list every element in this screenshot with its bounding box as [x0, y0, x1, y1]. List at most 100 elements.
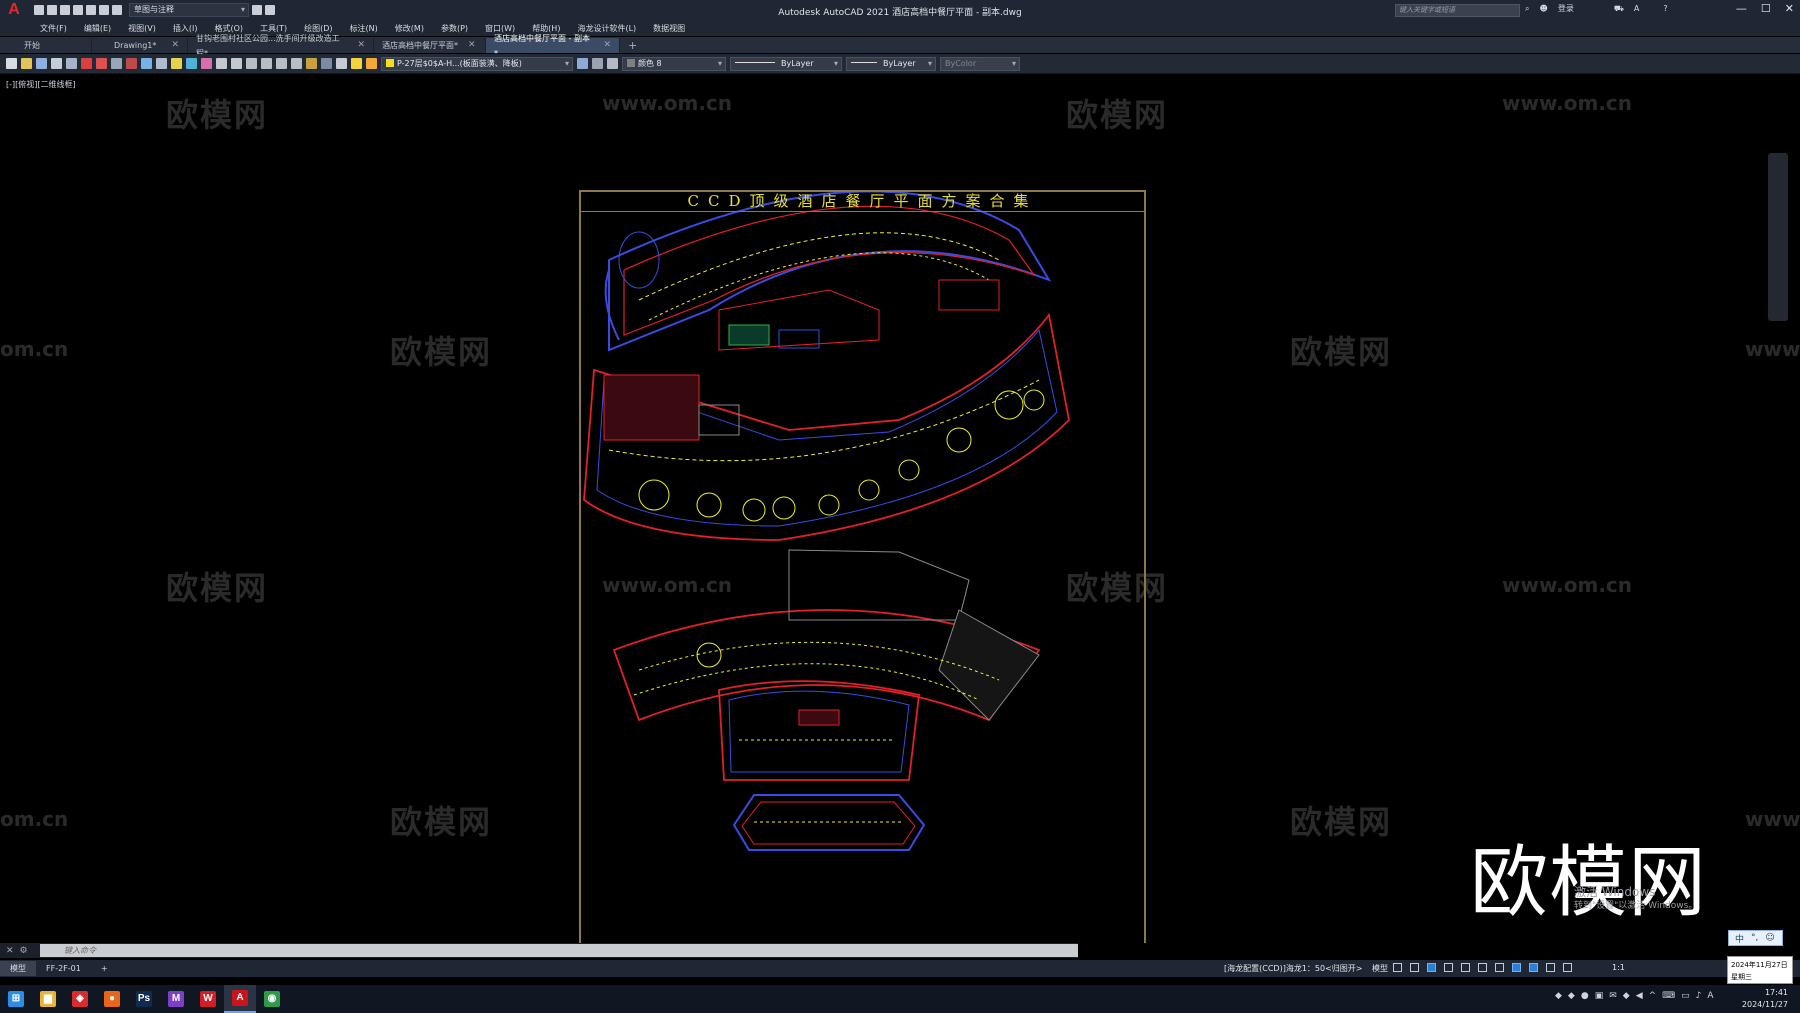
tray-app-icon[interactable]: ◆ — [1623, 991, 1630, 1001]
layer-properties-icon[interactable] — [336, 58, 347, 69]
close-icon[interactable]: ✕ — [6, 946, 14, 956]
search-input[interactable]: 键入关键字或短语 — [1395, 4, 1520, 17]
close-button[interactable]: ✕ — [1785, 2, 1794, 15]
snap-icon[interactable] — [1410, 963, 1419, 972]
taskbar-wps[interactable]: W — [192, 985, 224, 1013]
open-file-icon[interactable] — [47, 5, 57, 15]
tray-app-icon[interactable]: ◀ — [1636, 991, 1643, 1001]
taskbar-clock[interactable]: 17:41 2024/11/27 — [1738, 987, 1788, 1011]
tray-app-icon[interactable]: ● — [1581, 991, 1589, 1001]
annotation-visibility-icon[interactable] — [1529, 963, 1538, 972]
start-button[interactable]: ⊞ — [0, 985, 32, 1013]
close-tab-icon[interactable]: ✕ — [603, 38, 611, 53]
pan-icon[interactable] — [246, 58, 257, 69]
tray-app-icon[interactable]: ▣ — [1595, 991, 1604, 1001]
taskbar-app-colorful[interactable]: M — [160, 985, 192, 1013]
annotation-scale-icon[interactable] — [1563, 963, 1572, 972]
ime-emoji-icon[interactable]: ☺ — [1765, 933, 1774, 943]
lineweight-icon[interactable] — [1495, 963, 1504, 972]
ime-mode[interactable]: 中 — [1735, 932, 1744, 945]
zoom-previous-icon[interactable] — [291, 58, 302, 69]
model-space-button[interactable]: 模型 — [1372, 963, 1388, 974]
share-icon[interactable] — [252, 5, 262, 15]
status-config-text[interactable]: [海龙配置(CCD)]海龙1：50<归图开> — [1224, 963, 1363, 974]
undo-icon[interactable] — [216, 58, 227, 69]
osnap-icon[interactable] — [1461, 963, 1470, 972]
menu-dimension[interactable]: 标注(N) — [350, 23, 378, 34]
menu-insert[interactable]: 插入(I) — [173, 23, 198, 34]
new-icon[interactable] — [6, 58, 17, 69]
close-tab-icon[interactable]: ✕ — [468, 38, 476, 53]
tab-start[interactable]: 开始 — [0, 38, 92, 53]
navigation-bar[interactable] — [1768, 153, 1788, 321]
close-tab-icon[interactable]: ✕ — [171, 38, 179, 53]
polar-icon[interactable] — [1444, 963, 1453, 972]
properties-icon[interactable] — [306, 58, 317, 69]
tab-restaurant-plan-copy[interactable]: 酒店高档中餐厅平面 - 副本* ✕ — [486, 34, 620, 58]
menu-parametric[interactable]: 参数(P) — [441, 23, 468, 34]
layer-previous-icon[interactable] — [592, 58, 603, 69]
network-icon[interactable]: ▭ — [1681, 991, 1690, 1001]
menu-edit[interactable]: 编辑(E) — [84, 23, 111, 34]
taskbar-firefox[interactable]: ● — [96, 985, 128, 1013]
plot-icon[interactable] — [112, 5, 122, 15]
calculator-icon[interactable] — [321, 58, 332, 69]
autodesk-a360-icon[interactable]: A — [1634, 4, 1639, 13]
input-method-icon[interactable]: A — [1707, 991, 1713, 1001]
layer-freeze-icon[interactable] — [366, 58, 377, 69]
match-properties-icon[interactable] — [141, 58, 152, 69]
drawing-canvas[interactable]: [-][俯视][二维线框] 欧模网 www.om.cn 欧模网 www.om.c… — [0, 75, 1800, 943]
undo-icon[interactable] — [265, 5, 275, 15]
help-icon[interactable]: ? — [1663, 4, 1667, 13]
tray-app-icon[interactable]: ◆ — [1555, 991, 1562, 1001]
user-icon[interactable]: ☻ — [1539, 4, 1547, 13]
tab-restaurant-plan[interactable]: 酒店高档中餐厅平面* ✕ — [374, 38, 486, 53]
login-link[interactable]: 登录 — [1558, 3, 1574, 14]
taskbar-photoshop[interactable]: Ps — [128, 985, 160, 1013]
color-select[interactable]: 颜色 8 — [622, 56, 726, 71]
tab-park-project[interactable]: 甘钩老围村社区公园...洗手间升级改造工程* ✕ — [188, 34, 374, 58]
copy-icon[interactable] — [111, 58, 122, 69]
save-icon[interactable] — [36, 58, 47, 69]
ortho-icon[interactable] — [1427, 963, 1436, 972]
print-icon[interactable] — [51, 58, 62, 69]
make-current-icon[interactable] — [577, 58, 588, 69]
menu-file[interactable]: 文件(F) — [40, 23, 67, 34]
autoscale-icon[interactable] — [1546, 963, 1555, 972]
taskbar-autocad[interactable]: A — [224, 985, 256, 1013]
command-input[interactable]: 键入命令 — [40, 944, 1078, 957]
menu-modify[interactable]: 修改(M) — [395, 23, 424, 34]
ime-punct[interactable]: °, — [1751, 933, 1758, 943]
text-icon[interactable] — [171, 58, 182, 69]
paste-icon[interactable] — [126, 58, 137, 69]
redo-icon[interactable] — [231, 58, 242, 69]
workspace-select[interactable]: 草图与注释 — [129, 3, 249, 17]
tab-drawing1[interactable]: Drawing1* ✕ — [92, 38, 188, 53]
close-tab-icon[interactable]: ✕ — [357, 38, 365, 53]
new-file-icon[interactable] — [34, 5, 44, 15]
taskbar-app-red[interactable]: ◈ — [64, 985, 96, 1013]
zoom-realtime-icon[interactable] — [261, 58, 272, 69]
open-icon[interactable] — [21, 58, 32, 69]
lineweight-select[interactable]: ByLayer — [846, 56, 936, 71]
tab-model[interactable]: 模型 — [0, 961, 36, 976]
grid-icon[interactable] — [1393, 963, 1402, 972]
tray-expand-icon[interactable]: ^ — [1649, 991, 1657, 1001]
layer-on-icon[interactable] — [351, 58, 362, 69]
save-icon[interactable] — [60, 5, 70, 15]
taskbar-chrome[interactable]: ◉ — [256, 985, 288, 1013]
keyboard-icon[interactable]: ⌨ — [1662, 991, 1675, 1001]
cart-icon[interactable]: ⛟ — [1614, 4, 1624, 14]
block-editor-icon[interactable] — [156, 58, 167, 69]
save-as-icon[interactable] — [73, 5, 83, 15]
tool-palette-icon[interactable] — [201, 58, 212, 69]
otrack-icon[interactable] — [1478, 963, 1487, 972]
tab-layout-ff-2f-01[interactable]: FF-2F-01 — [36, 961, 91, 976]
volume-icon[interactable]: ♪ — [1696, 991, 1702, 1001]
wechat-icon[interactable]: ✉ — [1609, 991, 1617, 1001]
taskbar-explorer[interactable]: ▆ — [32, 985, 64, 1013]
cut-icon[interactable] — [96, 58, 107, 69]
autocad-logo-icon[interactable]: A — [0, 0, 28, 20]
web-open-icon[interactable] — [86, 5, 96, 15]
preview-icon[interactable] — [66, 58, 77, 69]
